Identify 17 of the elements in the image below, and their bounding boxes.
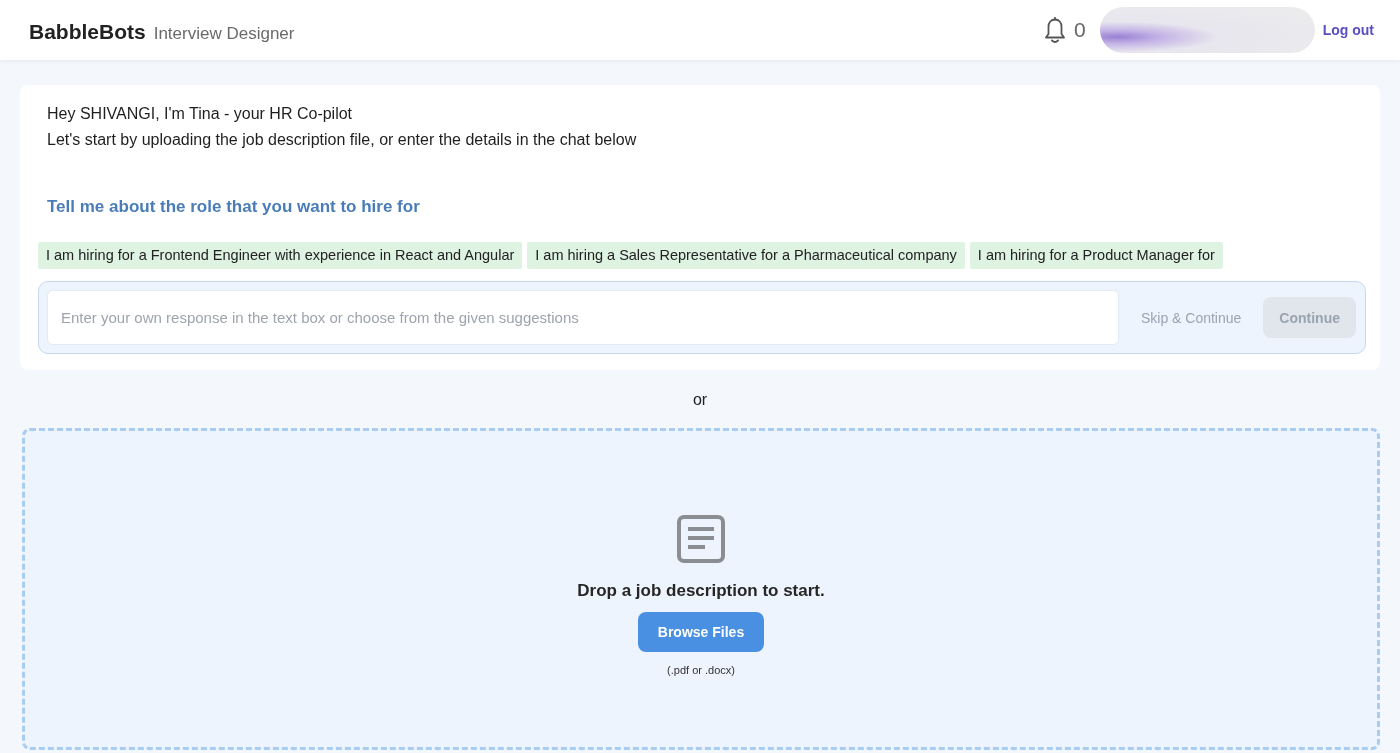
suggestion-chip[interactable]: I am hiring for a Product Manager for <box>969 242 1223 269</box>
intro-text: Let's start by uploading the job description file, or enter the details in the chat below <box>46 130 638 150</box>
or-label: or <box>692 390 708 410</box>
notification-count: 0 <box>1074 18 1086 42</box>
greeting-text: Hey SHIVANGI, I'm Tina - your HR Co-pilot <box>46 104 354 124</box>
brand-name: BabbleBots <box>29 20 146 44</box>
document-icon <box>677 515 725 563</box>
drop-zone[interactable]: Drop a job description to start. Browse Files (.pdf or .docx) <box>22 428 1380 750</box>
logout-link[interactable]: Log out <box>1322 22 1374 38</box>
suggestion-chip[interactable]: I am hiring a Sales Representative for a Pharmaceutical company <box>527 242 965 269</box>
file-type-hint: (.pdf or .docx) <box>667 663 735 678</box>
suggestion-chip[interactable]: I am hiring for a Frontend Engineer with experience in React and Angular <box>38 242 523 269</box>
drop-message: Drop a job description to start. <box>577 580 825 602</box>
app-subtitle: Interview Designer <box>153 24 295 44</box>
bell-icon[interactable] <box>1043 16 1067 44</box>
response-input[interactable]: Enter your own response in the text box or choose from the given suggestions <box>47 290 1119 345</box>
prompt-heading: Tell me about the role that you want to hire for <box>46 196 421 218</box>
